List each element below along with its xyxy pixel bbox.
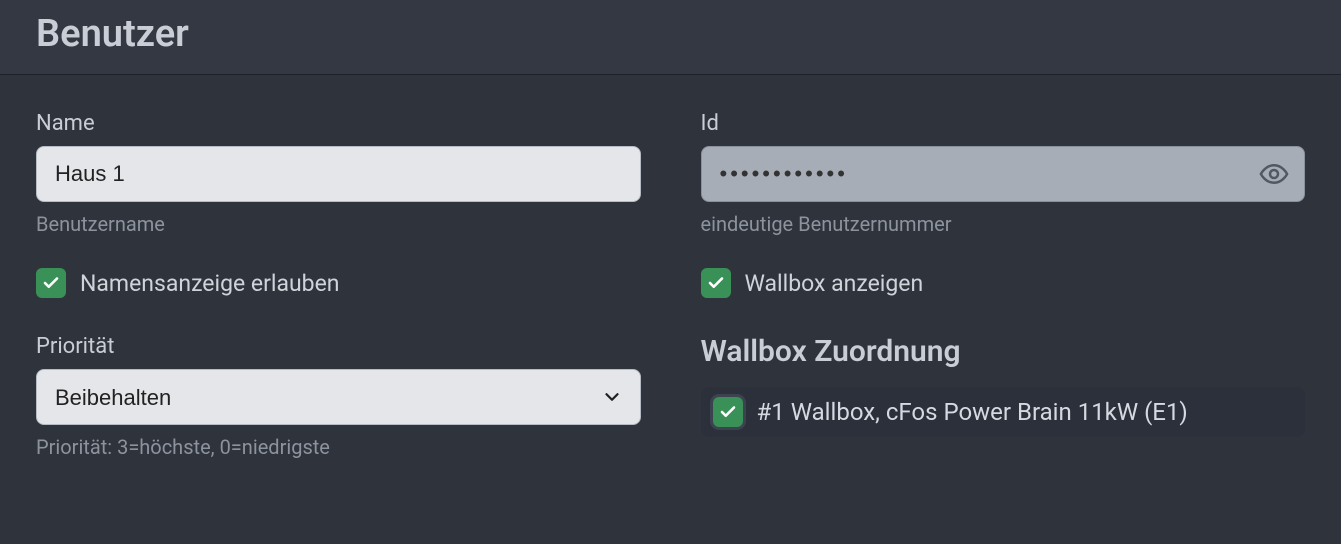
eye-icon <box>1259 159 1289 189</box>
wallbox-assignment-row: #1 Wallbox, cFos Power Brain 11kW (E1) <box>701 387 1306 437</box>
check-icon <box>707 274 725 292</box>
id-label: Id <box>701 111 1306 136</box>
wallbox-assignment-checkbox[interactable] <box>713 397 743 427</box>
allow-name-display-row: Namensanzeige erlauben <box>36 268 641 298</box>
priority-select-wrap: Beibehalten <box>36 369 641 425</box>
name-helper: Benutzername <box>36 212 641 236</box>
left-column: Name Benutzername Namensanzeige erlauben… <box>36 111 641 459</box>
form-body: Name Benutzername Namensanzeige erlauben… <box>0 75 1341 459</box>
check-icon <box>42 274 60 292</box>
allow-name-display-checkbox[interactable] <box>36 268 66 298</box>
allow-name-display-label: Namensanzeige erlauben <box>80 270 340 297</box>
page-title: Benutzer <box>36 12 1305 56</box>
id-input-wrap <box>701 146 1306 202</box>
id-input[interactable] <box>701 146 1306 202</box>
wallbox-assignment-title: Wallbox Zuordnung <box>701 334 1306 369</box>
name-input[interactable] <box>36 146 641 202</box>
priority-label: Priorität <box>36 334 641 359</box>
priority-helper: Priorität: 3=höchste, 0=niedrigste <box>36 435 641 459</box>
show-wallbox-label: Wallbox anzeigen <box>745 270 924 297</box>
wallbox-assignment-label: #1 Wallbox, cFos Power Brain 11kW (E1) <box>757 398 1188 426</box>
show-wallbox-row: Wallbox anzeigen <box>701 268 1306 298</box>
check-icon <box>719 403 737 421</box>
name-label: Name <box>36 111 641 136</box>
page-header: Benutzer <box>0 0 1341 75</box>
show-wallbox-checkbox[interactable] <box>701 268 731 298</box>
priority-select[interactable]: Beibehalten <box>36 369 641 425</box>
reveal-id-button[interactable] <box>1257 157 1291 191</box>
priority-block: Priorität Beibehalten Priorität: 3=höchs… <box>36 334 641 459</box>
id-helper: eindeutige Benutzernummer <box>701 212 1306 236</box>
right-column: Id eindeutige Benutzernummer Wallbox anz… <box>701 111 1306 459</box>
